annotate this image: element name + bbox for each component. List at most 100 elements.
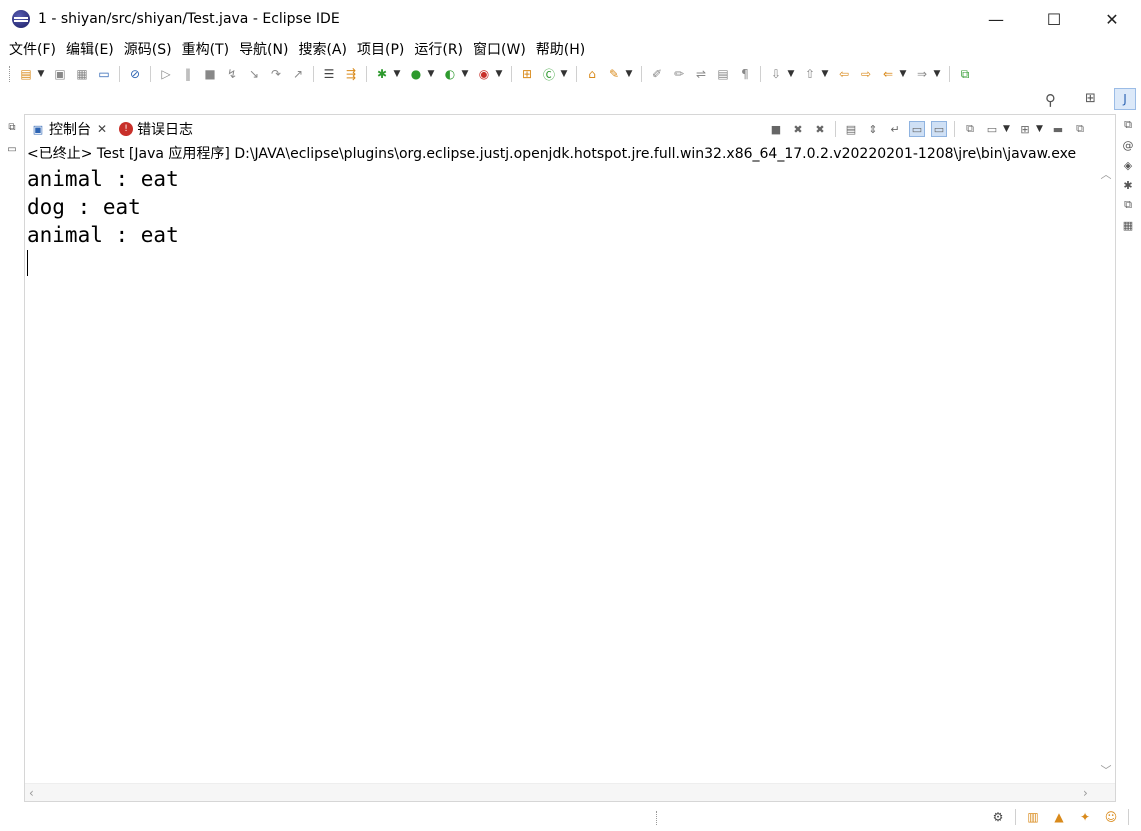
external-tools-dropdown-icon[interactable]: ▼: [495, 66, 503, 82]
terminate-icon[interactable]: ■: [768, 121, 784, 137]
book-icon[interactable]: ▥: [1025, 809, 1041, 825]
menu-source[interactable]: 源码(S): [119, 38, 177, 62]
toggle-mark-occurrences-icon[interactable]: ✐: [649, 66, 665, 82]
search-icon[interactable]: ⚲: [1045, 91, 1061, 109]
close-icon[interactable]: ✕: [97, 122, 107, 136]
tutorials-icon[interactable]: ▲: [1051, 809, 1067, 825]
pin-console-icon[interactable]: ⧉: [962, 121, 978, 137]
menu-window[interactable]: 窗口(W): [468, 38, 531, 62]
restore-icon[interactable]: ⧉: [5, 120, 19, 134]
menu-edit[interactable]: 编辑(E): [61, 38, 119, 62]
tab-error-log[interactable]: ! 错误日志: [113, 115, 199, 143]
toolbar-grip[interactable]: [9, 66, 12, 82]
menu-run[interactable]: 运行(R): [409, 38, 468, 62]
scroll-lock-icon[interactable]: ⇕: [865, 121, 881, 137]
maximize-view-icon[interactable]: ⧉: [1072, 121, 1088, 137]
minimize-view-icon[interactable]: ▬: [1050, 121, 1066, 137]
scroll-down-icon[interactable]: ﹀: [1099, 763, 1113, 777]
restore-icon[interactable]: ⧉: [1121, 198, 1135, 212]
new-java-package-icon[interactable]: ⊞: [519, 66, 535, 82]
open-console-dropdown-icon[interactable]: ▼: [1036, 124, 1044, 134]
javadoc-icon[interactable]: @: [1121, 138, 1135, 152]
resume-icon[interactable]: ▷: [158, 66, 174, 82]
pin-editor-icon[interactable]: ⧉: [957, 66, 973, 82]
menu-navigate[interactable]: 导航(N): [234, 38, 293, 62]
problems-icon[interactable]: ▦: [1121, 218, 1135, 232]
search-tool-dropdown-icon[interactable]: ▼: [625, 66, 633, 82]
display-console-dropdown-icon[interactable]: ▼: [1003, 124, 1011, 134]
close-button[interactable]: ✕: [1083, 0, 1141, 38]
new-class-dropdown-icon[interactable]: ▼: [560, 66, 568, 82]
debug-icon[interactable]: ✱: [374, 66, 390, 82]
remove-launch-icon[interactable]: ✖: [790, 121, 806, 137]
welcome-icon[interactable]: ☺: [1103, 809, 1119, 825]
tab-console[interactable]: ▣ 控制台 ✕: [25, 115, 114, 143]
suspend-icon[interactable]: ‖: [180, 66, 196, 82]
show-console-on-stderr-icon[interactable]: ▭: [931, 121, 947, 137]
display-selected-console-icon[interactable]: ▭: [984, 121, 1000, 137]
next-annotation-dropdown-icon[interactable]: ▼: [787, 66, 795, 82]
external-tools-icon[interactable]: ◉: [476, 66, 492, 82]
toggle-word-wrap-icon[interactable]: ⇌: [693, 66, 709, 82]
save-icon[interactable]: ▣: [52, 66, 68, 82]
maximize-button[interactable]: ☐: [1025, 0, 1083, 38]
use-step-filters-icon[interactable]: ⇶: [343, 66, 359, 82]
menu-search[interactable]: 搜索(A): [293, 38, 352, 62]
toggle-breadcrumb-icon[interactable]: ▤: [715, 66, 731, 82]
run-dropdown-icon[interactable]: ▼: [427, 66, 435, 82]
progress-icon[interactable]: ⚙: [990, 809, 1006, 825]
step-over-icon[interactable]: ↷: [268, 66, 284, 82]
drop-to-frame-icon[interactable]: ☰: [321, 66, 337, 82]
new-icon[interactable]: ▤: [18, 66, 34, 82]
declaration-icon[interactable]: ◈: [1121, 158, 1135, 172]
new-dropdown-icon[interactable]: ▼: [37, 66, 45, 82]
skip-breakpoints-icon[interactable]: ⊘: [127, 66, 143, 82]
terminate-icon[interactable]: ■: [202, 66, 218, 82]
console-output[interactable]: animal : eat dog : eat animal : eat: [27, 165, 1097, 783]
step-return-icon[interactable]: ↗: [290, 66, 306, 82]
next-annotation-icon[interactable]: ⇩: [768, 66, 784, 82]
save-all-icon[interactable]: ▦: [74, 66, 90, 82]
debug-view-icon[interactable]: ✱: [1121, 178, 1135, 192]
disconnect-icon[interactable]: ↯: [224, 66, 240, 82]
open-console-icon[interactable]: ▭: [96, 66, 112, 82]
horizontal-scrollbar[interactable]: ‹ ›: [25, 783, 1115, 801]
scroll-left-icon[interactable]: ‹: [29, 786, 34, 800]
menu-file[interactable]: 文件(F): [4, 38, 61, 62]
menu-project[interactable]: 项目(P): [352, 38, 409, 62]
search-tool-icon[interactable]: ✎: [606, 66, 622, 82]
forward-dropdown-icon[interactable]: ▼: [933, 66, 941, 82]
show-console-on-stdout-icon[interactable]: ▭: [909, 121, 925, 137]
word-wrap-icon[interactable]: ↵: [887, 121, 903, 137]
forward-icon[interactable]: ⇒: [914, 66, 930, 82]
previous-annotation-icon[interactable]: ⇧: [802, 66, 818, 82]
debug-dropdown-icon[interactable]: ▼: [393, 66, 401, 82]
java-perspective-icon[interactable]: J: [1114, 88, 1136, 110]
remove-all-terminated-icon[interactable]: ✖: [812, 121, 828, 137]
open-type-icon[interactable]: ⌂: [584, 66, 600, 82]
minimize-button[interactable]: —: [967, 0, 1025, 38]
clear-console-icon[interactable]: ▤: [843, 121, 859, 137]
back-icon[interactable]: ⇐: [880, 66, 896, 82]
coverage-dropdown-icon[interactable]: ▼: [461, 66, 469, 82]
menu-refactor[interactable]: 重构(T): [177, 38, 234, 62]
show-whitespace-icon[interactable]: ¶: [737, 66, 753, 82]
open-perspective-icon[interactable]: ⊞: [1085, 91, 1101, 107]
forward-edit-icon[interactable]: ⇨: [858, 66, 874, 82]
open-console-icon[interactable]: ⊞: [1017, 121, 1033, 137]
last-edit-location-icon[interactable]: ⇦: [836, 66, 852, 82]
toolbar-separator: [511, 66, 512, 82]
back-dropdown-icon[interactable]: ▼: [899, 66, 907, 82]
step-into-icon[interactable]: ↘: [246, 66, 262, 82]
package-explorer-icon[interactable]: ▭: [5, 142, 19, 156]
scroll-right-icon[interactable]: ›: [1083, 786, 1088, 800]
previous-annotation-dropdown-icon[interactable]: ▼: [821, 66, 829, 82]
new-java-class-icon[interactable]: Ⓒ: [541, 66, 557, 82]
coverage-icon[interactable]: ◐: [442, 66, 458, 82]
scroll-up-icon[interactable]: ︿: [1099, 167, 1113, 181]
restore-icon[interactable]: ⧉: [1121, 118, 1135, 132]
toggle-block-selection-icon[interactable]: ✏: [671, 66, 687, 82]
run-icon[interactable]: ●: [408, 66, 424, 82]
menu-help[interactable]: 帮助(H): [531, 38, 590, 62]
wand-icon[interactable]: ✦: [1077, 809, 1093, 825]
